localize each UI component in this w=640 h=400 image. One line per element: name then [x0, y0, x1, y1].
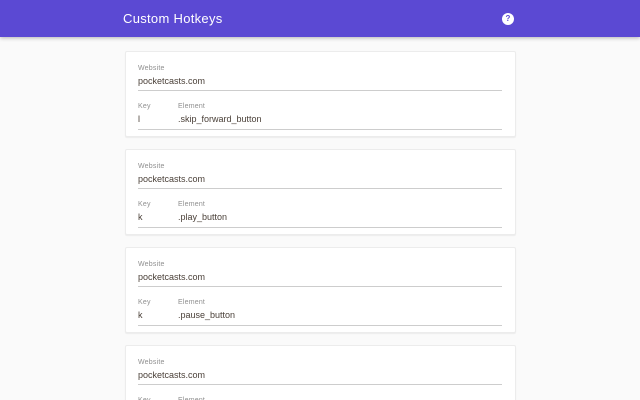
element-input[interactable]: .pause_button [178, 310, 502, 320]
website-label: Website [138, 163, 502, 171]
key-label: Key [138, 103, 178, 111]
hotkey-card: Website pocketcasts.com Key Element [125, 345, 516, 400]
key-label: Key [138, 299, 178, 307]
key-input[interactable]: l [138, 114, 178, 124]
element-label: Element [178, 201, 502, 209]
page-title: Custom Hotkeys [123, 11, 223, 26]
app-header: Custom Hotkeys ? [0, 0, 640, 37]
website-input[interactable]: pocketcasts.com [138, 370, 502, 380]
website-label: Website [138, 65, 502, 73]
website-label: Website [138, 359, 502, 367]
field-underline [138, 188, 502, 189]
hotkey-card: Website pocketcasts.com Key k Element .p… [125, 149, 516, 235]
key-input[interactable]: k [138, 212, 178, 222]
key-label: Key [138, 201, 178, 209]
element-input[interactable]: .play_button [178, 212, 502, 222]
field-underline [138, 325, 502, 326]
element-label: Element [178, 299, 502, 307]
hotkey-card: Website pocketcasts.com Key l Element .s… [125, 51, 516, 137]
website-label: Website [138, 261, 502, 269]
element-input[interactable]: .skip_forward_button [178, 114, 502, 124]
website-input[interactable]: pocketcasts.com [138, 174, 502, 184]
field-underline [138, 227, 502, 228]
field-underline [138, 129, 502, 130]
field-underline [138, 384, 502, 385]
field-underline [138, 286, 502, 287]
help-button[interactable]: ? [502, 13, 514, 25]
hotkey-card: Website pocketcasts.com Key k Element .p… [125, 247, 516, 333]
key-input[interactable]: k [138, 310, 178, 320]
element-label: Element [178, 103, 502, 111]
website-input[interactable]: pocketcasts.com [138, 76, 502, 86]
question-mark-icon: ? [506, 15, 511, 23]
website-input[interactable]: pocketcasts.com [138, 272, 502, 282]
hotkeys-list: Website pocketcasts.com Key l Element .s… [125, 37, 516, 400]
field-underline [138, 90, 502, 91]
